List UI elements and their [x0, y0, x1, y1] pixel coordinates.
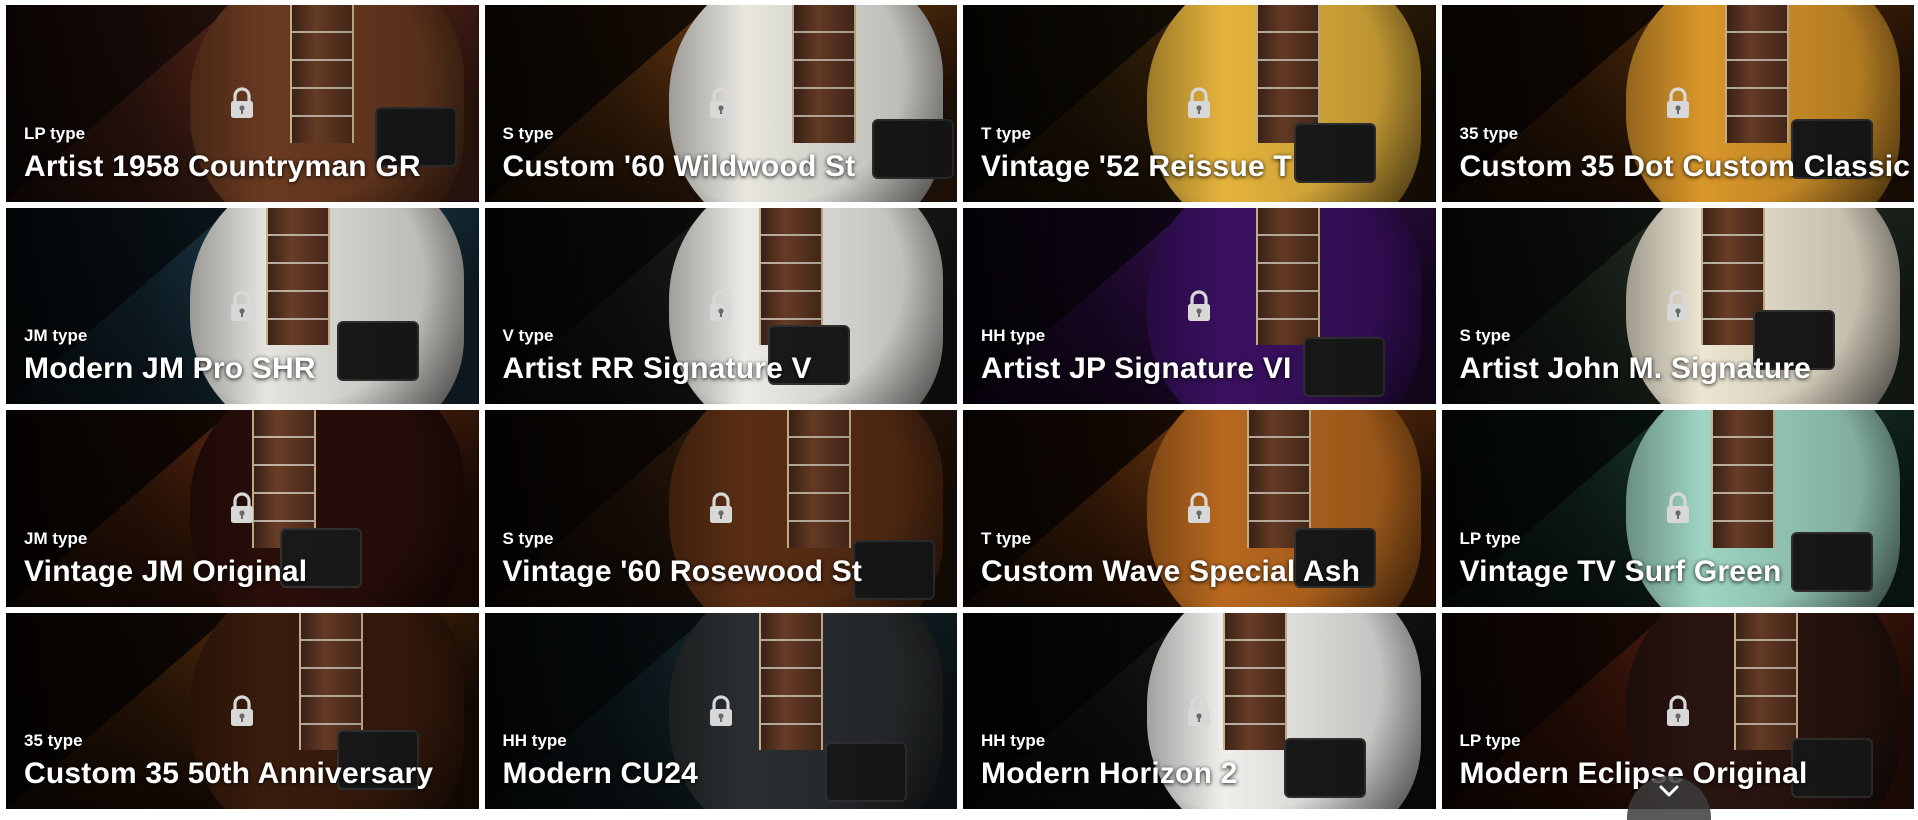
preset-grid: LP type Artist 1958 Countryman GR S type Cu…: [6, 5, 1914, 809]
preset-name-label: Artist John M. Signature: [1459, 352, 1811, 385]
preset-type-label: 35 type: [24, 731, 83, 750]
preset-name-label: Custom 35 Dot Custom Classic: [1459, 149, 1911, 183]
preset-type-label: S type: [1459, 326, 1511, 345]
preset-card[interactable]: S type Custom '60 Wildwood St: [484, 5, 957, 202]
preset-card[interactable]: JM type Vintage JM Original: [6, 410, 479, 607]
preset-card[interactable]: HH type Modern Horizon 2: [963, 612, 1436, 809]
preset-name-label: Artist JP Signature VI: [981, 352, 1292, 385]
lock-icon: [227, 289, 257, 323]
preset-type-label: LP type: [24, 123, 86, 143]
preset-name-label: Vintage JM Original: [24, 554, 308, 588]
lock-icon: [1184, 491, 1214, 525]
lock-icon: [227, 694, 257, 728]
preset-type-label: HH type: [981, 731, 1046, 750]
chevron-down-icon: [1659, 785, 1679, 797]
preset-name-label: Vintage '60 Rosewood St: [502, 554, 863, 588]
preset-card[interactable]: T type Custom Wave Special Ash: [963, 410, 1436, 607]
lock-icon: [227, 86, 257, 120]
lock-icon: [1663, 289, 1693, 323]
preset-card[interactable]: HH type Modern CU24: [484, 612, 957, 809]
lock-icon: [1663, 491, 1693, 525]
lock-icon: [227, 491, 257, 525]
preset-type-label: V type: [502, 326, 554, 345]
lock-icon: [1184, 694, 1214, 728]
preset-name-label: Modern Eclipse Original: [1459, 757, 1808, 790]
preset-type-label: LP type: [1459, 731, 1521, 750]
preset-name-label: Modern CU24: [502, 757, 699, 790]
lock-icon: [1663, 86, 1693, 120]
preset-name-label: Modern Horizon 2: [981, 757, 1238, 790]
preset-type-label: S type: [502, 123, 554, 143]
preset-card[interactable]: JM type Modern JM Pro SHR: [6, 207, 479, 404]
preset-name-label: Vintage '52 Reissue T: [981, 149, 1292, 183]
preset-type-label: T type: [981, 123, 1032, 143]
preset-type-label: 35 type: [1459, 123, 1519, 143]
preset-card[interactable]: 35 type Custom 35 Dot Custom Classic: [1441, 5, 1914, 202]
preset-card[interactable]: LP type Artist 1958 Countryman GR: [6, 5, 479, 202]
preset-card[interactable]: S type Vintage '60 Rosewood St: [484, 410, 957, 607]
preset-card[interactable]: 35 type Custom 35 50th Anniversary: [6, 612, 479, 809]
preset-type-label: JM type: [24, 326, 88, 345]
preset-card[interactable]: V type Artist RR Signature V: [484, 207, 957, 404]
preset-type-label: JM type: [24, 528, 88, 548]
preset-name-label: Custom Wave Special Ash: [981, 554, 1361, 588]
lock-icon: [706, 694, 736, 728]
preset-card[interactable]: HH type Artist JP Signature VI: [963, 207, 1436, 404]
preset-name-label: Custom 35 50th Anniversary: [24, 757, 434, 790]
lock-icon: [706, 289, 736, 323]
preset-type-label: HH type: [502, 731, 567, 750]
preset-card[interactable]: S type Artist John M. Signature: [1441, 207, 1914, 404]
preset-type-label: T type: [981, 528, 1032, 548]
lock-icon: [706, 491, 736, 525]
lock-icon: [1663, 694, 1693, 728]
preset-name-label: Custom '60 Wildwood St: [502, 149, 856, 183]
preset-card[interactable]: T type Vintage '52 Reissue T: [963, 5, 1436, 202]
preset-type-label: S type: [502, 528, 554, 548]
preset-card[interactable]: LP type Vintage TV Surf Green: [1441, 410, 1914, 607]
preset-name-label: Artist 1958 Countryman GR: [24, 149, 421, 183]
lock-icon: [1184, 289, 1214, 323]
preset-name-label: Artist RR Signature V: [502, 352, 812, 385]
preset-name-label: Vintage TV Surf Green: [1459, 554, 1782, 588]
preset-name-label: Modern JM Pro SHR: [24, 352, 316, 385]
lock-icon: [706, 86, 736, 120]
preset-type-label: LP type: [1459, 528, 1521, 548]
preset-type-label: HH type: [981, 326, 1046, 345]
lock-icon: [1184, 86, 1214, 120]
